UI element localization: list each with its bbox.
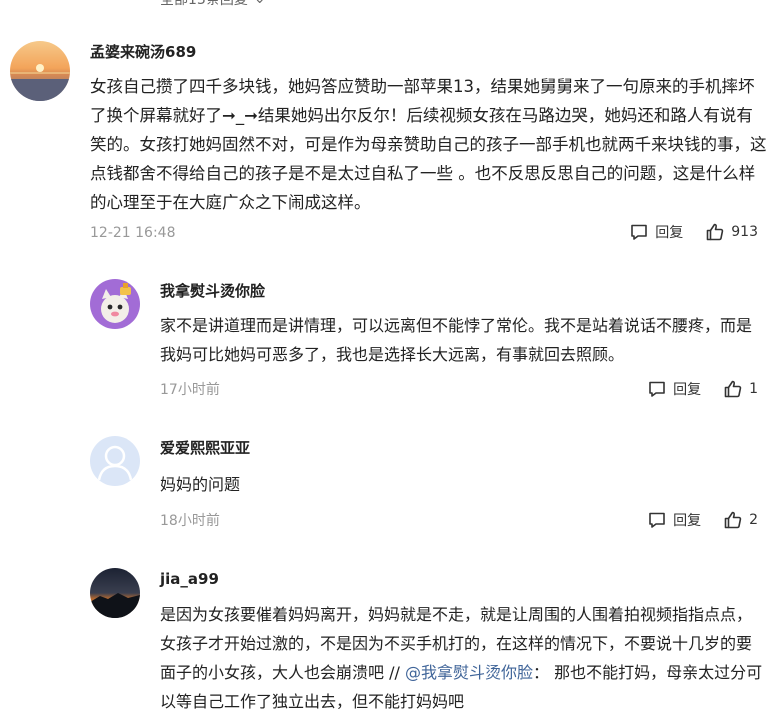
reply-button[interactable]: 回复: [629, 222, 683, 242]
reply-actions: 回复 1: [647, 379, 758, 399]
reply-text: 妈妈的问题: [160, 475, 241, 494]
reply-text: 是因为女孩要催着妈妈离开，妈妈就是不走，就是让周围的人围着拍视频指指点点，女孩子…: [160, 600, 767, 710]
like-button[interactable]: 2: [723, 510, 758, 530]
like-button[interactable]: 913: [705, 222, 758, 242]
reply-button[interactable]: 回复: [647, 379, 701, 399]
comment-actions: 回复 913: [629, 222, 758, 242]
comment-thread: 全部13条回复⌄ 孟婆来碗汤689 女孩自己攒了四千多块钱，: [0, 0, 782, 710]
avatar[interactable]: [90, 568, 140, 618]
reply-actions: 回复 2: [647, 510, 758, 530]
reply-timestamp: 18小时前: [160, 513, 220, 529]
like-count: 913: [731, 224, 758, 240]
like-count: 2: [749, 512, 758, 528]
like-count: 1: [749, 381, 758, 397]
reply-label: 回复: [673, 513, 702, 529]
comment-timestamp: 12-21 16:48: [90, 225, 176, 241]
chevron-down-icon: ⌄: [254, 0, 266, 9]
like-button[interactable]: 1: [723, 379, 758, 399]
reply-label: 回复: [655, 225, 684, 241]
comment-username[interactable]: 孟婆来碗汤689: [90, 41, 196, 63]
expand-replies-link[interactable]: 全部13条回复 ⌄: [160, 0, 266, 10]
comment-bubble-icon: [647, 379, 667, 399]
thumbs-up-icon: [705, 222, 725, 242]
reply-username[interactable]: 我拿熨斗烫你脸: [160, 280, 265, 302]
comment-text: 女孩自己攒了四千多块钱，她妈答应赞助一部苹果13，结果她舅舅来了一句原来的手机摔…: [90, 77, 767, 212]
thumbs-up-icon: [723, 510, 743, 530]
reply-label: 回复: [673, 382, 702, 398]
reply-timestamp: 17小时前: [160, 382, 220, 398]
expand-replies-label: 全部13条回复: [160, 0, 248, 8]
comment-bubble-icon: [629, 222, 649, 242]
reply-username[interactable]: 爱爱熙熙亚亚: [160, 437, 250, 459]
comment-bubble-icon: [647, 510, 667, 530]
avatar[interactable]: [90, 279, 140, 329]
avatar[interactable]: [10, 41, 70, 101]
reply-button[interactable]: 回复: [647, 510, 701, 530]
thumbs-up-icon: [723, 379, 743, 399]
reply-username[interactable]: jia_a99: [160, 568, 219, 590]
reply-text: 家不是讲道理而是讲情理，可以远离但不能悖了常伦。我不是站着说话不腰疼，而是我妈可…: [160, 316, 753, 364]
avatar[interactable]: [90, 436, 140, 486]
mention-link[interactable]: @我拿熨斗烫你脸: [405, 663, 533, 682]
